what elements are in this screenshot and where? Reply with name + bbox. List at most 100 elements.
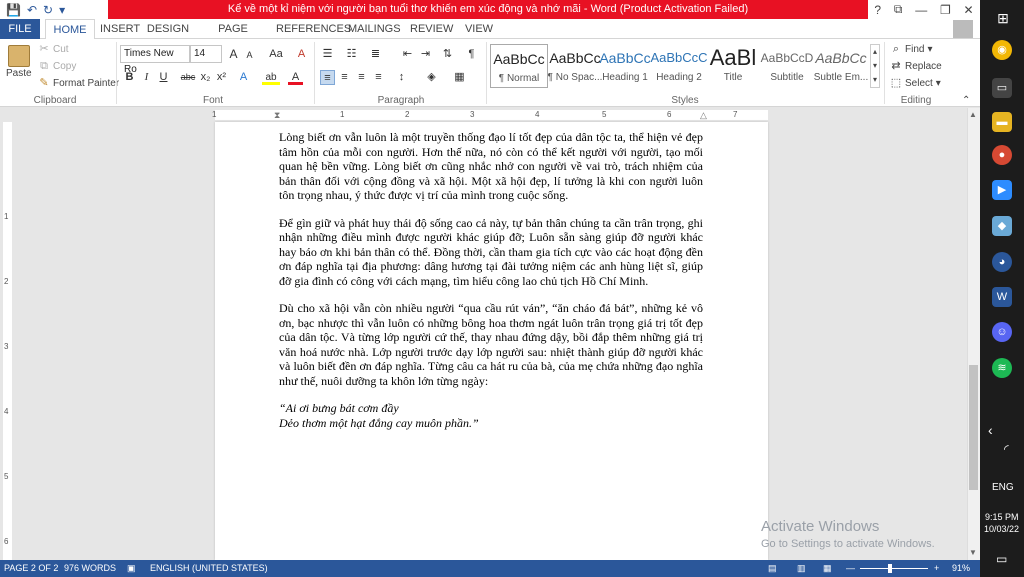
restore-icon[interactable]: ❐ (940, 3, 951, 17)
redo-icon[interactable]: ↻ (43, 3, 53, 17)
align-right-icon[interactable]: ≡ (354, 70, 369, 85)
indent-marker[interactable]: ⧗ (274, 110, 280, 121)
tab-review[interactable]: REVIEW (410, 19, 453, 39)
underline-button[interactable]: U (156, 70, 171, 85)
poem-line[interactable]: Dẻo thơm một hạt đắng cay muôn phần.” (279, 416, 703, 431)
zoom-slider[interactable] (860, 568, 928, 569)
spotify-icon[interactable]: ≋ (992, 358, 1012, 378)
borders-icon[interactable]: ▦ (452, 70, 467, 85)
save-icon[interactable]: 💾 (6, 3, 21, 17)
align-center-icon[interactable]: ≡ (337, 70, 352, 85)
wifi-icon[interactable]: ◜ (1004, 442, 1009, 456)
style-title[interactable]: AaBl Title (704, 44, 762, 88)
bold-button[interactable]: B (122, 70, 137, 85)
print-layout-icon[interactable]: ▥ (797, 560, 806, 577)
clock-date[interactable]: 10/03/22 (984, 524, 1019, 534)
chrome-icon[interactable]: ◉ (992, 40, 1012, 60)
windows-start-icon[interactable]: ⊞ (992, 8, 1014, 28)
app-icon[interactable]: ▭ (992, 78, 1012, 98)
language-indicator[interactable]: ENGLISH (UNITED STATES) (150, 560, 268, 577)
paragraph[interactable]: Lòng biết ơn vẫn luôn là một truyền thốn… (279, 130, 703, 203)
document-body[interactable]: Lòng biết ơn vẫn luôn là một truyền thốn… (279, 130, 703, 430)
text-effects-icon[interactable]: A (236, 70, 251, 85)
italic-button[interactable]: I (139, 70, 154, 85)
read-mode-icon[interactable]: ▤ (768, 560, 777, 577)
paste-button[interactable]: Paste (6, 45, 32, 79)
tab-home[interactable]: HOME (45, 19, 95, 39)
grow-font-icon[interactable]: A (226, 47, 241, 62)
line-spacing-icon[interactable]: ↕ (394, 70, 409, 85)
select-button[interactable]: ⬚ Select ▾ (890, 77, 941, 89)
tab-references[interactable]: REFERENCES (276, 19, 351, 39)
vertical-ruler[interactable]: 1 2 3 4 5 6 (0, 122, 14, 560)
proofing-icon[interactable]: ▣ (127, 560, 136, 577)
subscript-button[interactable]: x₂ (198, 70, 213, 85)
sort-icon[interactable]: ⇅ (440, 47, 455, 62)
tab-insert[interactable]: INSERT (100, 19, 140, 39)
account-avatar[interactable] (953, 20, 973, 38)
app-icon[interactable]: ◕ (992, 252, 1012, 272)
poem-line[interactable]: “Ai ơi bưng bát cơm đầy (279, 401, 703, 416)
help-icon[interactable]: ? (874, 3, 881, 17)
undo-icon[interactable]: ↶ (27, 3, 37, 17)
word-icon[interactable]: W (992, 287, 1012, 307)
style-heading-1[interactable]: AaBbCc Heading 1 (596, 44, 654, 88)
paragraph[interactable]: Để gìn giữ và phát huy thái độ sống cao … (279, 216, 703, 289)
multilevel-list-icon[interactable]: ≣ (368, 47, 383, 62)
word-count[interactable]: 976 WORDS (64, 560, 116, 577)
scrollbar-thumb[interactable] (969, 365, 978, 490)
ribbon-display-icon[interactable]: ⧉ (894, 2, 903, 17)
tab-mailings[interactable]: MAILINGS (348, 19, 401, 39)
qat-more-icon[interactable]: ▾ (59, 3, 65, 17)
decrease-indent-icon[interactable]: ⇤ (400, 47, 415, 62)
shading-icon[interactable]: ◈ (424, 70, 439, 85)
web-layout-icon[interactable]: ▦ (823, 560, 832, 577)
zoom-app-icon[interactable]: ▶ (992, 180, 1012, 200)
vertical-scrollbar[interactable] (967, 108, 980, 560)
collapse-ribbon-icon[interactable]: ⌃ (962, 95, 970, 106)
notifications-icon[interactable]: ▭ (996, 552, 1007, 566)
numbering-icon[interactable]: ☷ (344, 47, 359, 62)
find-button[interactable]: ⌕ Find ▾ (890, 43, 933, 55)
app-icon[interactable]: ◆ (992, 216, 1012, 236)
style-normal[interactable]: AaBbCc ¶ Normal (490, 44, 548, 88)
right-indent-marker[interactable]: △ (700, 110, 707, 121)
styles-scroll[interactable]: ▴ ▾ ▾ (870, 44, 880, 88)
zoom-slider-thumb[interactable] (888, 564, 892, 573)
font-size-input[interactable]: 14 (190, 45, 222, 63)
tab-file[interactable]: FILE (0, 19, 40, 39)
justify-icon[interactable]: ≡ (371, 70, 386, 85)
close-icon[interactable]: ✕ (964, 3, 974, 17)
font-color-icon[interactable]: A (288, 70, 303, 85)
tab-view[interactable]: VIEW (462, 19, 496, 39)
zoom-level[interactable]: 91% (952, 560, 970, 577)
clear-formatting-icon[interactable]: A (294, 47, 309, 62)
highlight-icon[interactable]: ab (262, 70, 280, 85)
style-subtitle[interactable]: AaBbCcD Subtitle (758, 44, 816, 88)
document-page[interactable]: Lòng biết ơn vẫn luôn là một truyền thốn… (215, 122, 768, 560)
change-case-icon[interactable]: Aa (266, 47, 286, 62)
clock-time[interactable]: 9:15 PM (985, 512, 1019, 522)
zoom-in-icon[interactable]: + (934, 560, 939, 577)
tab-page-layout[interactable]: PAGE LAYOUT (199, 19, 267, 55)
cut-button[interactable]: ✂ Cut (38, 43, 68, 55)
zoom-out-icon[interactable]: — (846, 560, 855, 577)
chevron-left-icon[interactable]: ‹ (988, 422, 993, 438)
scroll-up-icon[interactable]: ▲ (969, 110, 977, 119)
style-subtle-emphasis[interactable]: AaBbCc Subtle Em... (812, 44, 870, 88)
replace-button[interactable]: ⇄ Replace (890, 60, 941, 72)
bullets-icon[interactable]: ☰ (320, 47, 335, 62)
paragraph[interactable]: Dù cho xã hội vẫn còn nhiều người “qua c… (279, 301, 703, 388)
style-heading-2[interactable]: AaBbCcC Heading 2 (650, 44, 708, 88)
font-name-input[interactable]: Times New Ro (120, 45, 190, 75)
file-explorer-icon[interactable]: ▬ (992, 112, 1012, 132)
language-indicator-taskbar[interactable]: ENG (992, 482, 1014, 493)
show-marks-icon[interactable]: ¶ (464, 47, 479, 62)
align-left-icon[interactable]: ≡ (320, 70, 335, 85)
shrink-font-icon[interactable]: A (242, 48, 257, 63)
strikethrough-button[interactable]: abc (178, 70, 198, 85)
superscript-button[interactable]: x² (214, 70, 229, 85)
discord-icon[interactable]: ☺ (992, 322, 1012, 342)
format-painter-button[interactable]: ✎ Format Painter (38, 77, 119, 89)
tab-design[interactable]: DESIGN (145, 19, 191, 39)
